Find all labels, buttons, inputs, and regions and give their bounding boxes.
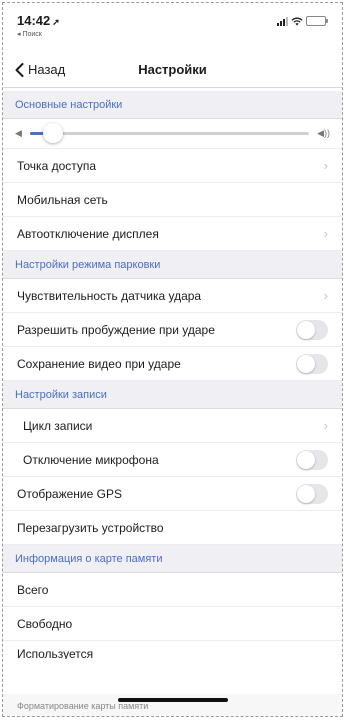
row-free: Свободно [3,607,342,641]
row-wake-on-shock: Разрешить пробуждение при ударе [3,313,342,347]
wifi-icon [291,17,303,26]
row-label: Точка доступа [17,158,97,173]
status-icons [277,16,328,26]
row-label: Разрешить пробуждение при ударе [17,322,215,337]
row-save-on-shock: Сохранение видео при ударе [3,347,342,381]
row-label: Автоотключение дисплея [17,226,159,241]
volume-slider[interactable] [29,123,310,143]
row-label: Чувствительность датчика удара [17,288,202,303]
row-gps-display: Отображение GPS [3,477,342,511]
chevron-right-icon: › [323,158,328,173]
row-label: Всего [17,582,49,597]
chevron-right-icon: › [323,226,328,241]
mic-off-toggle[interactable] [296,449,328,470]
bottom-bar: Форматирование карты памяти [3,694,342,716]
row-label: Отключение микрофона [23,452,159,467]
section-header-memory: Информация о карте памяти [3,545,342,573]
row-record-cycle[interactable]: Цикл записи › [3,409,342,443]
chevron-right-icon: › [323,418,328,433]
row-label: Используется [17,647,94,659]
page-title: Настройки [138,62,207,77]
battery-icon [306,16,328,26]
phone-frame: 14:42 ➚ ◂ Поиск Назад Настройки Основные … [2,2,343,717]
chevron-right-icon: › [323,288,328,303]
clock: 14:42 [17,13,51,28]
row-mic-off: Отключение микрофона [3,443,342,477]
row-mobile-network[interactable]: Мобильная сеть [3,183,342,217]
back-to-app-link[interactable]: ◂ Поиск [17,30,42,38]
status-time: 14:42 ➚ [17,13,60,28]
signal-icon [277,17,288,26]
row-total: Всего [3,573,342,607]
section-header-basic: Основные настройки [3,91,342,119]
navigation-bar: Назад Настройки [3,53,342,88]
save-on-shock-toggle[interactable] [296,353,328,374]
gps-display-toggle[interactable] [296,483,328,504]
row-screen-off[interactable]: Автоотключение дисплея › [3,217,342,251]
volume-slider-knob[interactable] [42,123,63,143]
settings-list: Основные настройки ◀ ◀)) Точка доступа ›… [3,91,342,659]
status-bar: 14:42 ➚ ◂ Поиск [3,3,342,47]
wake-on-shock-toggle[interactable] [296,319,328,340]
home-indicator[interactable] [117,698,228,702]
volume-high-icon: ◀)) [317,128,330,138]
row-label: Цикл записи [23,418,93,433]
row-label: Сохранение видео при ударе [17,356,181,371]
row-label: Мобильная сеть [17,192,108,207]
row-label: Отображение GPS [17,486,122,501]
row-used: Используется [3,641,342,659]
row-label: Перезагрузить устройство [17,520,164,535]
location-icon: ➚ [52,17,60,27]
section-header-recording: Настройки записи [3,381,342,409]
row-shock-sensitivity[interactable]: Чувствительность датчика удара › [3,279,342,313]
volume-low-icon: ◀ [15,128,22,138]
volume-slider-row: ◀ ◀)) [3,119,342,149]
format-card-row-partial[interactable]: Форматирование карты памяти [17,701,148,711]
row-label: Свободно [17,616,73,631]
row-reboot[interactable]: Перезагрузить устройство [3,511,342,545]
section-header-parking: Настройки режима парковки [3,251,342,279]
row-hotspot[interactable]: Точка доступа › [3,149,342,183]
